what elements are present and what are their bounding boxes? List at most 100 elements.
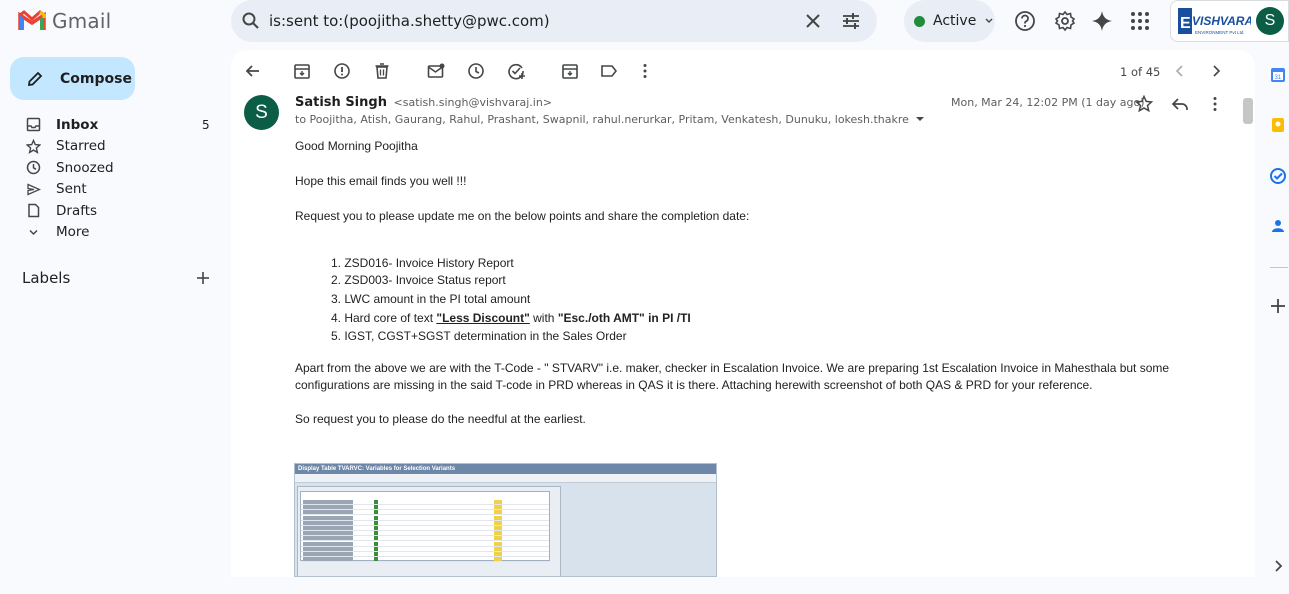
search-options-icon[interactable] [841,11,861,31]
add-task-icon[interactable] [506,61,526,81]
add-addon-icon[interactable] [1269,297,1287,315]
greeting: Good Morning Poojitha [295,139,418,153]
compose-button[interactable]: Compose [10,57,135,100]
app-name: Gmail [52,9,112,33]
help-icon[interactable] [1014,10,1036,32]
caret-down-icon[interactable] [915,115,925,123]
sidebar-item-label: Inbox [56,116,99,133]
sidebar-item-starred[interactable]: Starred [0,136,225,158]
screenshot-marker [374,536,378,541]
screenshot-marker [494,526,502,530]
recipients-line[interactable]: to Poojitha, Atish, Gaurang, Rahul, Pras… [295,113,925,126]
status-dot [914,15,925,27]
gmail-m-icon [18,10,46,30]
sidebar-item-label: Snoozed [56,159,114,176]
sender-name[interactable]: Satish Singh <satish.singh@vishvaraj.in> [295,95,552,110]
list-item: 1. ZSD016- Invoice History Report [331,256,514,270]
pager-count: 1 of 45 [1120,65,1161,79]
account-avatar[interactable]: S [1256,7,1284,35]
screenshot-marker [374,552,378,556]
chevron-right-icon[interactable] [1207,62,1225,80]
screenshot-marker [374,526,378,530]
gemini-sparkle-icon[interactable] [1091,10,1113,32]
list-item-text: with [529,311,558,325]
chevron-down-icon [29,229,38,235]
vishvaraj-logo: E VISHVARAJ ENVIRONMENT Pvt Ltd [1178,8,1251,35]
screenshot-marker [494,510,502,515]
sender-email: <satish.singh@vishvaraj.in> [393,96,553,109]
archive-icon[interactable] [292,61,312,81]
mark-unread-icon[interactable] [426,61,446,81]
search-bar[interactable]: is:sent to:(poojitha.shetty@pwc.com) [231,0,877,42]
screenshot-toolbar [295,474,716,483]
sidebar-item-more[interactable]: More [0,222,225,244]
search-icon[interactable] [241,11,261,31]
unread-count: 5 [202,117,210,132]
clear-search-icon[interactable] [803,11,823,31]
screenshot-cell [303,505,353,510]
screenshot-row [301,557,549,563]
tasks-icon[interactable] [1269,167,1287,185]
reply-icon[interactable] [1170,94,1190,114]
screenshot-cell [303,531,353,536]
apps-grid-icon[interactable] [1129,10,1151,32]
sender-avatar[interactable]: S [244,95,279,130]
more-options-icon[interactable] [635,61,655,81]
screenshot-marker [494,531,502,536]
screenshot-marker [494,500,502,504]
sidebar-item-drafts[interactable]: Drafts [0,200,225,222]
screenshot-marker [374,557,378,562]
bold-underlined-text: "Less Discount" [436,311,530,325]
list-item-text: 4. Hard core of text [331,311,437,325]
screenshot-marker [374,546,378,551]
screenshot-title: Display Table TVARVC: Variables for Sele… [295,464,716,474]
calendar-icon[interactable]: 31 [1269,66,1287,84]
screenshot-table [300,491,550,563]
screenshot-marker [374,510,378,515]
sidebar-item-inbox[interactable]: Inbox 5 [0,114,225,136]
body-paragraph: Apart from the above we are with the T-C… [295,361,1170,392]
list-item: 3. LWC amount in the PI total amount [331,292,531,306]
attached-screenshot-image[interactable]: Display Table TVARVC: Variables for Sele… [294,463,717,577]
snooze-clock-icon[interactable] [466,61,486,81]
screenshot-marker [494,541,502,546]
report-spam-icon[interactable] [332,61,352,81]
chevron-right-icon[interactable] [1269,557,1287,575]
search-input[interactable]: is:sent to:(poojitha.shetty@pwc.com) [269,12,550,30]
contacts-icon[interactable] [1269,217,1287,235]
body-line: Hope this email finds you well !!! [295,174,467,188]
sidebar-item-label: Sent [56,181,87,198]
back-arrow-icon[interactable] [243,61,263,81]
add-label-icon[interactable] [196,271,210,285]
status-selector[interactable]: Active [904,0,995,42]
scrollbar-thumb[interactable] [1243,98,1253,124]
label-tag-icon[interactable] [599,61,619,81]
screenshot-cell [303,500,353,504]
labels-heading: Labels [22,269,71,287]
message-more-icon[interactable] [1205,94,1225,114]
screenshot-marker [374,520,378,525]
svg-text:ENVIRONMENT Pvt Ltd: ENVIRONMENT Pvt Ltd [1195,30,1244,35]
status-label: Active [933,13,977,29]
pencil-icon [27,71,43,86]
screenshot-marker [494,520,502,525]
delete-trash-icon[interactable] [372,61,392,81]
move-to-icon[interactable] [560,61,580,81]
star-icon[interactable] [1134,94,1154,114]
clock-icon [26,160,41,175]
chevron-left-icon[interactable] [1171,62,1189,80]
rail-divider [1270,267,1288,268]
list-item: 5. IGST, CGST+SGST determination in the … [331,329,627,343]
list-item: 2. ZSD003- Invoice Status report [331,273,506,287]
sidebar-item-sent[interactable]: Sent [0,179,225,201]
settings-gear-icon[interactable] [1054,10,1076,32]
screenshot-cell [303,557,353,562]
gmail-logo[interactable]: Gmail [18,9,111,33]
list-item: 4. Hard core of text "Less Discount" wit… [331,311,691,325]
screenshot-marker [494,515,502,520]
sidebar-item-snoozed[interactable]: Snoozed [0,157,225,179]
message-date: Mon, Mar 24, 12:02 PM (1 day ago) [951,96,1145,109]
svg-text:31: 31 [1275,75,1282,81]
keep-icon[interactable] [1269,116,1287,134]
compose-label: Compose [60,70,132,87]
